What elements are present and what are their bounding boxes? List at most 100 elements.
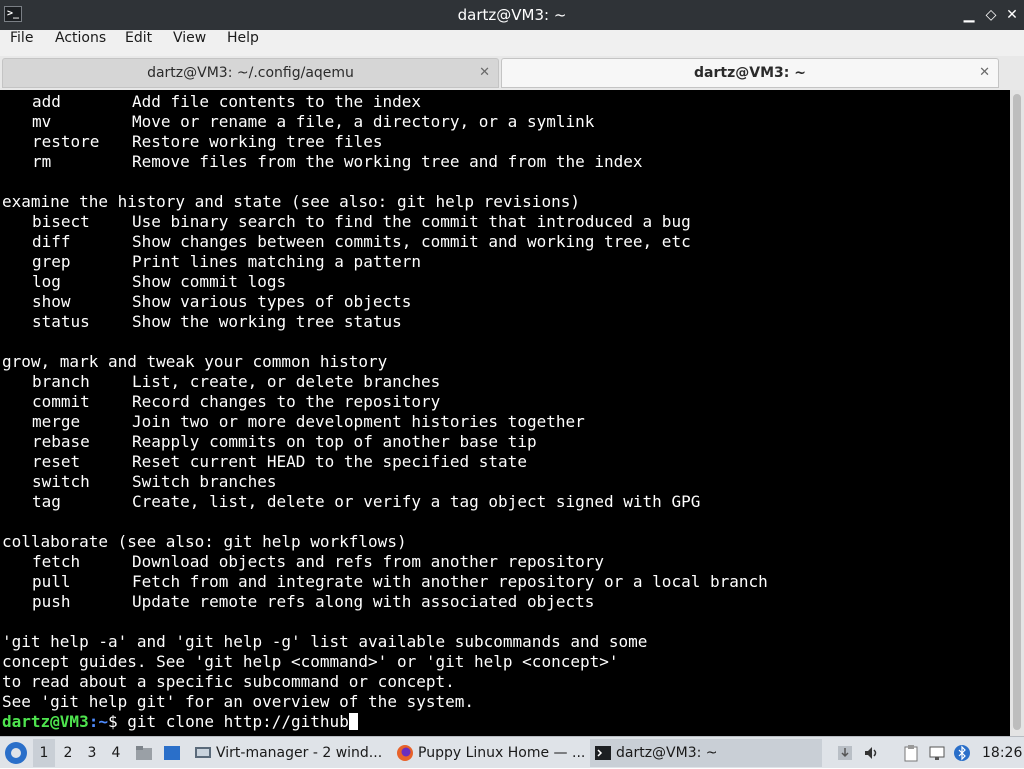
command-line: branch List, create, or delete branches [0, 372, 1000, 392]
virt-manager-icon [195, 747, 211, 758]
text-cursor [348, 713, 358, 730]
command-name: pull [32, 572, 71, 591]
menu-edit[interactable]: Edit [125, 30, 152, 56]
workspace-1[interactable]: 1 [33, 739, 55, 767]
command-line: diff Show changes between commits, commit… [0, 232, 1000, 252]
command-line: rebase Reapply commits on top of another … [0, 432, 1000, 452]
volume-icon[interactable] [863, 744, 881, 762]
command-name: bisect [32, 212, 90, 231]
tab-home[interactable]: dartz@VM3: ~ ✕ [501, 58, 999, 88]
command-name: rebase [32, 432, 90, 451]
command-name: log [32, 272, 61, 291]
command-line: restore Restore working tree files [0, 132, 1000, 152]
tab-close-icon[interactable]: ✕ [479, 59, 490, 87]
command-name: diff [32, 232, 71, 251]
terminal-scrollbar[interactable] [1010, 90, 1024, 736]
terminal-output[interactable]: add Add file contents to the index mv Move … [0, 90, 1010, 736]
help-footer-line: 'git help -a' and 'git help -g' list ava… [2, 632, 648, 651]
start-menu-icon[interactable] [5, 742, 27, 764]
menu-help[interactable]: Help [227, 30, 259, 56]
firefox-icon [397, 745, 413, 761]
command-name: show [32, 292, 71, 311]
tab-close-icon[interactable]: ✕ [979, 59, 990, 87]
command-name: branch [32, 372, 90, 391]
command-name: add [32, 92, 61, 111]
command-description: Create, list, delete or verify a tag obj… [132, 492, 701, 511]
terminal-icon [595, 746, 611, 760]
command-description: Download objects and refs from another r… [132, 552, 605, 571]
command-description: Join two or more development histories t… [132, 412, 585, 431]
section-heading: examine the history and state (see also:… [2, 192, 580, 211]
command-description: Add file contents to the index [132, 92, 421, 111]
command-line: switch Switch branches [0, 472, 1000, 492]
command-line: commit Record changes to the repository [0, 392, 1000, 412]
tab-aqemu[interactable]: dartz@VM3: ~/.config/aqemu ✕ [2, 58, 499, 88]
workspace-2[interactable]: 2 [57, 739, 79, 767]
command-line: fetch Download objects and refs from anot… [0, 552, 1000, 572]
command-name: push [32, 592, 71, 611]
command-description: Reset current HEAD to the specified stat… [132, 452, 527, 471]
command-description: Restore working tree files [132, 132, 383, 151]
command-name: reset [32, 452, 81, 471]
command-line: rm Remove files from the working tree and… [0, 152, 1000, 172]
task-label: Virt-manager - 2 wind... [216, 745, 383, 761]
tab-label: dartz@VM3: ~ [694, 65, 806, 81]
prompt-line[interactable]: dartz@VM3:~$ git clone http://github [2, 712, 358, 732]
command-name: grep [32, 252, 71, 271]
bluetooth-icon[interactable] [953, 744, 971, 762]
menu-bar: File Actions Edit View Help [0, 30, 1024, 56]
command-description: Show commit logs [132, 272, 287, 291]
close-window-button[interactable]: ✕ [1004, 7, 1020, 23]
command-description: Show various types of objects [132, 292, 412, 311]
prompt-symbol: $ [107, 712, 118, 731]
command-description: Show the working tree status [132, 312, 402, 331]
menu-actions[interactable]: Actions [55, 30, 106, 56]
help-footer-line: concept guides. See 'git help <command>'… [2, 652, 619, 671]
menu-view[interactable]: View [173, 30, 206, 56]
workspace-3[interactable]: 3 [81, 739, 103, 767]
show-desktop-icon[interactable] [163, 744, 181, 762]
window-titlebar[interactable]: >_ dartz@VM3: ~ ▁ ◇ ✕ [0, 0, 1024, 30]
task-firefox[interactable]: Puppy Linux Home — ... [392, 739, 588, 767]
command-description: Reapply commits on top of another base t… [132, 432, 537, 451]
command-name: rm [32, 152, 52, 171]
clock[interactable]: 18:26 [982, 737, 1022, 769]
command-description: Move or rename a file, a directory, or a… [132, 112, 595, 131]
command-name: mv [32, 112, 52, 131]
minimize-button[interactable]: ▁ [961, 7, 977, 23]
clipboard-icon[interactable] [902, 744, 920, 762]
window-title: dartz@VM3: ~ [457, 6, 567, 24]
command-name: restore [32, 132, 100, 151]
tab-bar: dartz@VM3: ~/.config/aqemu ✕ dartz@VM3: … [0, 56, 1024, 90]
maximize-button[interactable]: ◇ [983, 7, 999, 23]
task-label: dartz@VM3: ~ [616, 745, 718, 761]
command-name: merge [32, 412, 81, 431]
task-virt-manager[interactable]: Virt-manager - 2 wind... [190, 739, 386, 767]
scrollbar-thumb[interactable] [1013, 94, 1021, 730]
help-footer-line: to read about a specific subcommand or c… [2, 672, 455, 691]
command-line: pull Fetch from and integrate with anothe… [0, 572, 1000, 592]
menu-file[interactable]: File [10, 30, 33, 56]
command-input[interactable]: git clone http://github [127, 712, 349, 731]
command-line: log Show commit logs [0, 272, 1000, 292]
command-description: List, create, or delete branches [132, 372, 441, 391]
command-description: Fetch from and integrate with another re… [132, 572, 768, 591]
command-description: Switch branches [132, 472, 277, 491]
section-heading: grow, mark and tweak your common history [2, 352, 388, 371]
file-manager-icon[interactable] [135, 744, 153, 762]
command-name: fetch [32, 552, 81, 571]
command-line: tag Create, list, delete or verify a tag … [0, 492, 1000, 512]
command-description: Record changes to the repository [132, 392, 441, 411]
command-description: Print lines matching a pattern [132, 252, 421, 271]
command-line: merge Join two or more development histor… [0, 412, 1000, 432]
command-line: reset Reset current HEAD to the specified… [0, 452, 1000, 472]
command-line: status Show the working tree status [0, 312, 1000, 332]
command-name: switch [32, 472, 90, 491]
task-terminal[interactable]: dartz@VM3: ~ [590, 739, 822, 767]
workspace-4[interactable]: 4 [105, 739, 127, 767]
task-label: Puppy Linux Home — ... [418, 745, 586, 761]
tray-updates-icon[interactable] [836, 744, 854, 762]
network-icon[interactable] [928, 744, 946, 762]
command-line: grep Print lines matching a pattern [0, 252, 1000, 272]
tab-label: dartz@VM3: ~/.config/aqemu [147, 65, 354, 81]
